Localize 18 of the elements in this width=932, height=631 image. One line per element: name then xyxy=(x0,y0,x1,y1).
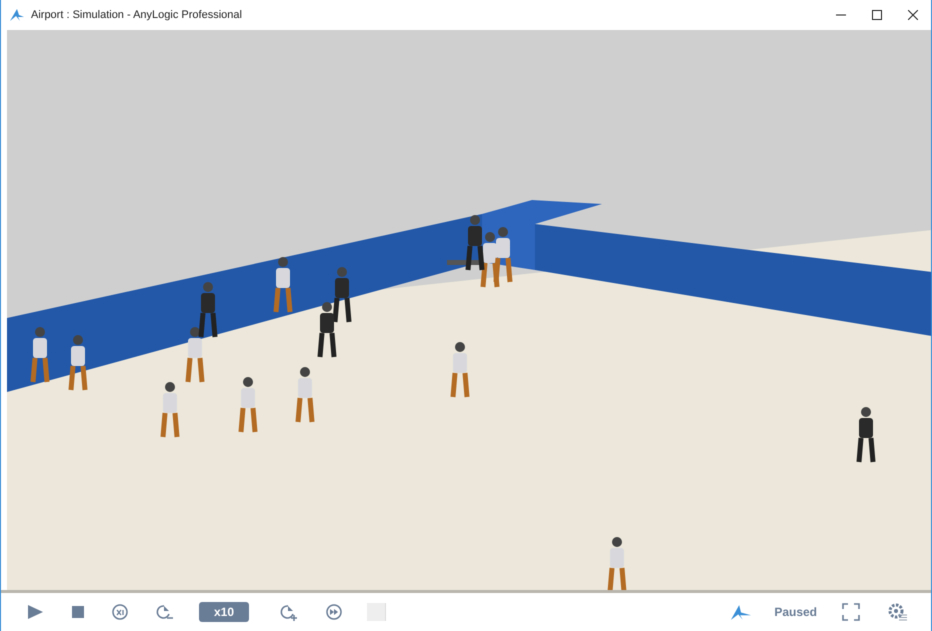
play-icon xyxy=(26,603,44,621)
x1-circle-icon xyxy=(112,604,128,620)
fullscreen-button[interactable] xyxy=(839,600,863,624)
fullscreen-icon xyxy=(842,603,860,621)
disabled-control xyxy=(367,603,386,621)
logo-icon xyxy=(730,604,752,620)
maximize-icon xyxy=(872,10,882,20)
logo-icon xyxy=(9,8,25,22)
speed-indicator: x10 xyxy=(199,602,250,622)
close-icon xyxy=(908,10,918,20)
status-text: Paused xyxy=(774,605,817,619)
clock-plus-icon xyxy=(280,603,298,621)
stop-icon xyxy=(72,606,84,618)
settings-icon xyxy=(888,603,908,621)
fast-forward-icon xyxy=(326,604,342,620)
stop-button[interactable] xyxy=(69,603,87,621)
window-title: Airport : Simulation - AnyLogic Professional xyxy=(31,9,242,21)
clock-minus-icon xyxy=(156,603,174,621)
